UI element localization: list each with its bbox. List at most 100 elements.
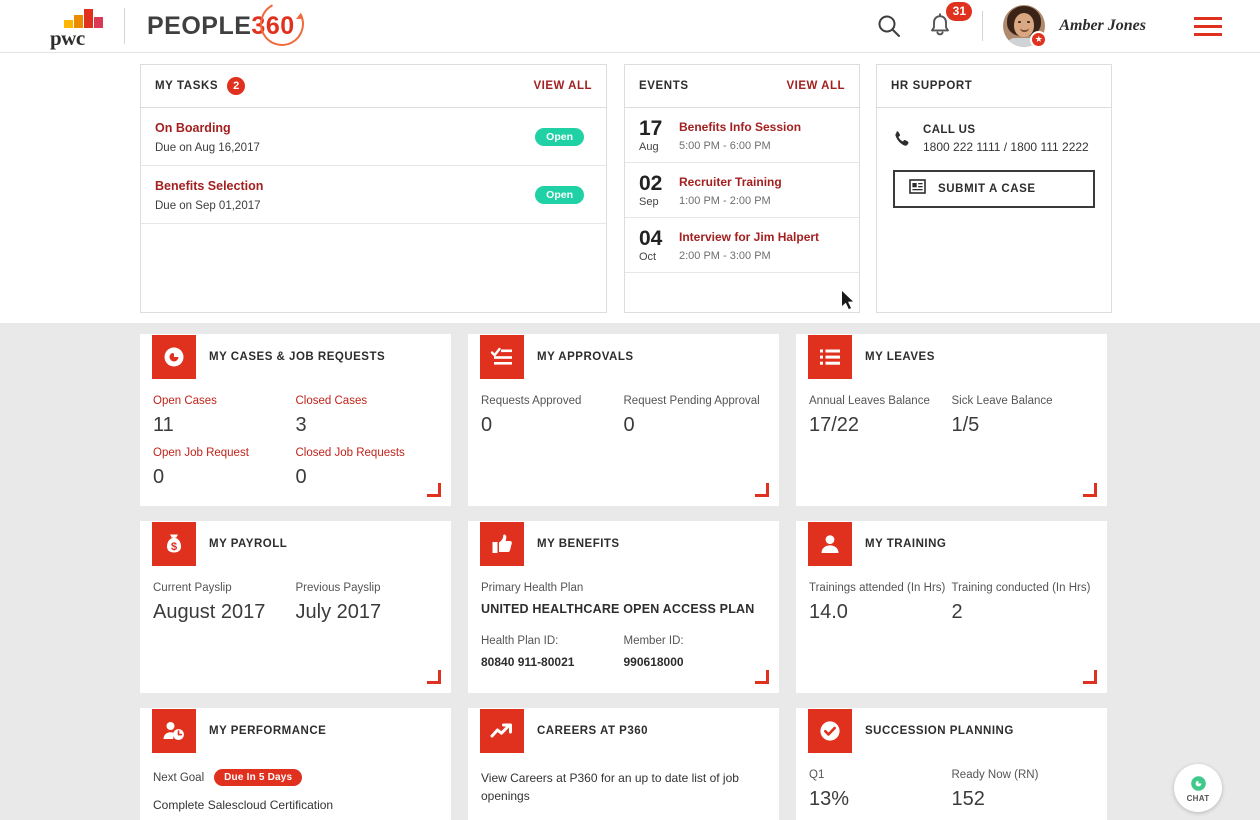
event-title: Recruiter Training	[679, 175, 782, 189]
health-plan-id-label: Health Plan ID:	[481, 635, 559, 647]
hr-support-panel: HR SUPPORT CALL US 1800 222 1111 / 1800 …	[876, 64, 1112, 313]
careers-at-p360-tile[interactable]: CAREERS AT P360 View Careers at P360 for…	[468, 708, 779, 820]
event-month: Oct	[639, 251, 657, 263]
my-tasks-view-all-link[interactable]: VIEW ALL	[533, 80, 592, 92]
people360-logo: PEOPLE 360	[147, 0, 310, 52]
careers-description: View Careers at P360 for an up to date l…	[481, 771, 739, 803]
member-id-label: Member ID:	[623, 635, 684, 647]
expand-corner-icon[interactable]	[1083, 670, 1097, 684]
expand-corner-icon[interactable]	[755, 670, 769, 684]
member-id-value: 990618000	[623, 655, 684, 669]
event-date: 17 Aug	[639, 117, 679, 154]
metric-label: Closed Cases	[295, 395, 368, 407]
expand-corner-icon[interactable]	[1083, 483, 1097, 497]
metric-label: Request Pending Approval	[623, 395, 760, 407]
tile-header: MY LEAVES	[796, 334, 1107, 380]
event-row[interactable]: 02 Sep Recruiter Training 1:00 PM - 2:00…	[625, 163, 859, 218]
primary-health-plan-name: UNITED HEALTHCARE OPEN ACCESS PLAN	[481, 602, 755, 616]
metric-label: Requests Approved	[481, 395, 582, 407]
avatar[interactable]: ★	[1003, 5, 1048, 48]
next-goal-row: Next Goal Due In 5 Days	[153, 769, 438, 786]
pwc-logo-icon: pwc	[50, 6, 106, 50]
succession-planning-tile[interactable]: SUCCESSION PLANNING Q1 13% Ready Now (RN…	[796, 708, 1107, 820]
hr-support-header: HR SUPPORT	[877, 65, 1111, 108]
my-performance-tile[interactable]: MY PERFORMANCE Next Goal Due In 5 Days C…	[140, 708, 451, 820]
search-icon[interactable]	[876, 13, 902, 39]
my-benefits-tile[interactable]: MY BENEFITS Primary Health Plan UNITED H…	[468, 521, 779, 693]
status-badge: Open	[535, 127, 584, 146]
tile-title: MY CASES & JOB REQUESTS	[209, 351, 386, 363]
tile-title: MY LEAVES	[865, 351, 935, 363]
tile-title: MY PAYROLL	[209, 538, 288, 550]
tile-header: $ MY PAYROLL	[140, 521, 451, 567]
event-row[interactable]: 17 Aug Benefits Info Session 5:00 PM - 6…	[625, 108, 859, 163]
metric-value: 17/22	[809, 414, 860, 436]
tiles-row-2: $ MY PAYROLL Current Payslip August 2017…	[140, 521, 1107, 693]
person-icon	[808, 522, 852, 566]
my-payroll-tile[interactable]: $ MY PAYROLL Current Payslip August 2017…	[140, 521, 451, 693]
submit-a-case-button[interactable]: SUBMIT A CASE	[893, 170, 1095, 208]
brand-lockup[interactable]: pwc PEOPLE 360	[50, 0, 310, 52]
my-tasks-header: MY TASKS 2 VIEW ALL	[141, 65, 606, 108]
tile-body: Requests Approved 0 Request Pending Appr…	[468, 380, 779, 437]
dashboard-page: pwc PEOPLE 360 31 ★ Amber Jones MY TASKS…	[0, 0, 1260, 820]
phone-numbers: 1800 222 1111 / 1800 111 2222	[923, 140, 1089, 154]
task-row[interactable]: Benefits Selection Due on Sep 01,2017 Op…	[141, 166, 606, 224]
task-row[interactable]: On Boarding Due on Aug 16,2017 Open	[141, 108, 606, 166]
expand-corner-icon[interactable]	[427, 483, 441, 497]
metric: Open Job Request 0	[153, 447, 296, 489]
my-leaves-tile[interactable]: MY LEAVES Annual Leaves Balance 17/22 Si…	[796, 334, 1107, 506]
my-training-tile[interactable]: MY TRAINING Trainings attended (In Hrs) …	[796, 521, 1107, 693]
my-tasks-count-badge: 2	[227, 77, 246, 95]
event-row[interactable]: 04 Oct Interview for Jim Halpert 2:00 PM…	[625, 218, 859, 273]
svg-text:$: $	[171, 541, 177, 553]
events-header: EVENTS VIEW ALL	[625, 65, 859, 108]
event-day: 17	[639, 117, 663, 140]
health-plan-id-value: 80840 911-80021	[481, 655, 575, 669]
event-title: Benefits Info Session	[679, 120, 802, 134]
due-badge: Due In 5 Days	[214, 769, 303, 786]
chat-agent-icon	[1189, 774, 1208, 793]
metric-value: 0	[481, 414, 493, 436]
tile-title: MY BENEFITS	[537, 538, 620, 550]
event-day: 02	[639, 172, 663, 195]
metric-value: 11	[153, 414, 174, 436]
person-clock-icon	[152, 709, 196, 753]
metric-label: Open Cases	[153, 395, 217, 407]
tile-body: View Careers at P360 for an up to date l…	[468, 754, 779, 805]
tile-title: CAREERS AT P360	[537, 725, 649, 737]
call-us-row: CALL US 1800 222 1111 / 1800 111 2222	[893, 124, 1095, 154]
tile-header: MY CASES & JOB REQUESTS	[140, 334, 451, 380]
metric-label: Annual Leaves Balance	[809, 395, 930, 407]
metric: Closed Job Requests 0	[296, 447, 439, 489]
chat-widget-button[interactable]: CHAT	[1174, 764, 1222, 812]
events-view-all-link[interactable]: VIEW ALL	[786, 80, 845, 92]
hamburger-menu-icon[interactable]	[1194, 16, 1222, 36]
my-approvals-tile[interactable]: MY APPROVALS Requests Approved 0 Request…	[468, 334, 779, 506]
tiles-row-1: MY CASES & JOB REQUESTS Open Cases 11 Cl…	[140, 334, 1107, 506]
user-name[interactable]: Amber Jones	[1059, 17, 1146, 35]
my-cases-and-job-requests-tile[interactable]: MY CASES & JOB REQUESTS Open Cases 11 Cl…	[140, 334, 451, 506]
events-title: EVENTS	[639, 80, 689, 92]
tile-header: MY BENEFITS	[468, 521, 779, 567]
event-details: Interview for Jim Halpert 2:00 PM - 3:00…	[679, 228, 819, 263]
metric: Annual Leaves Balance 17/22	[809, 395, 952, 437]
metric-value: 0	[623, 414, 635, 436]
tile-title: MY APPROVALS	[537, 351, 634, 363]
metric-label: Open Job Request	[153, 447, 249, 459]
event-details: Recruiter Training 1:00 PM - 2:00 PM	[679, 173, 782, 208]
tiles-grid: MY CASES & JOB REQUESTS Open Cases 11 Cl…	[140, 334, 1107, 820]
metric-value: 2	[951, 601, 963, 623]
expand-corner-icon[interactable]	[755, 483, 769, 497]
tile-body: Q1 13% Ready Now (RN) 152	[796, 754, 1107, 811]
expand-corner-icon[interactable]	[427, 670, 441, 684]
metric-label: Sick Leave Balance	[951, 395, 1053, 407]
check-circle-icon	[808, 709, 852, 753]
thumbs-up-icon	[480, 522, 524, 566]
metric: Q1 13%	[809, 769, 952, 811]
notifications-bell-icon[interactable]: 31	[928, 2, 973, 39]
event-title: Interview for Jim Halpert	[679, 230, 820, 244]
tile-body: Trainings attended (In Hrs) 14.0 Trainin…	[796, 567, 1107, 624]
next-goal-label: Next Goal	[153, 771, 205, 784]
my-tasks-panel: MY TASKS 2 VIEW ALL On Boarding Due on A…	[140, 64, 607, 313]
